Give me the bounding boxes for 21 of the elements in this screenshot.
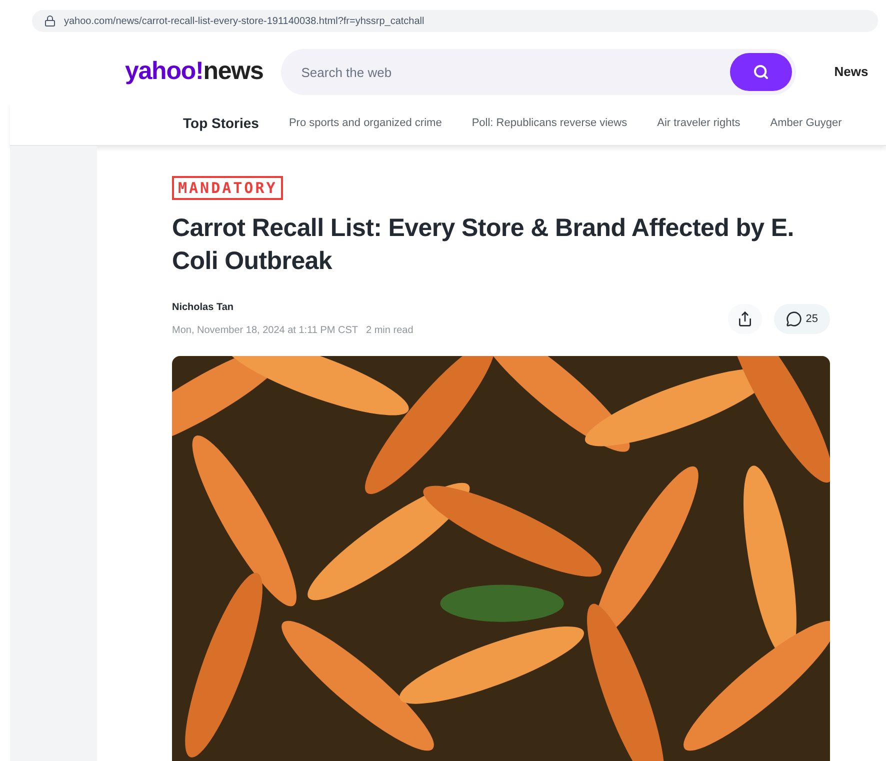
topic-tab[interactable]: Air traveler rights <box>657 115 740 132</box>
logo[interactable]: yahoo!news <box>125 53 264 91</box>
comments-button[interactable]: 25 <box>774 304 830 334</box>
read-time: 2 min read <box>366 324 414 338</box>
news-link[interactable]: News <box>834 62 868 82</box>
share-icon <box>736 311 753 327</box>
author-name: Nicholas Tan <box>172 301 234 315</box>
topic-tab[interactable]: Pro sports and organized crime <box>288 115 442 132</box>
address-bar[interactable]: yahoo.com/news/carrot-recall-list-every-store-191140038.html?fr=yhssrp_catchall <box>32 10 878 32</box>
article-tag: MANDATORY <box>172 176 284 200</box>
lock-icon <box>44 15 56 27</box>
comment-icon <box>786 311 802 327</box>
search-field[interactable]: Search the web <box>281 49 796 95</box>
topic-tab[interactable]: Amber Guyger <box>770 115 842 132</box>
article-title: Carrot Recall List: Every Store & Brand Affected by E. Coli Outbreak <box>172 213 795 277</box>
topic-tab[interactable]: Top Stories <box>183 113 259 134</box>
share-button[interactable] <box>728 304 762 334</box>
url-text: yahoo.com/news/carrot-recall-list-every-store-191140038.html?fr=yhssrp_catchall <box>64 14 424 28</box>
topic-tab[interactable]: Poll: Republicans reverse views <box>472 115 628 132</box>
search-icon <box>753 64 770 80</box>
publish-date: Mon, November 18, 2024 at 1:11 PM CST <box>172 324 358 338</box>
